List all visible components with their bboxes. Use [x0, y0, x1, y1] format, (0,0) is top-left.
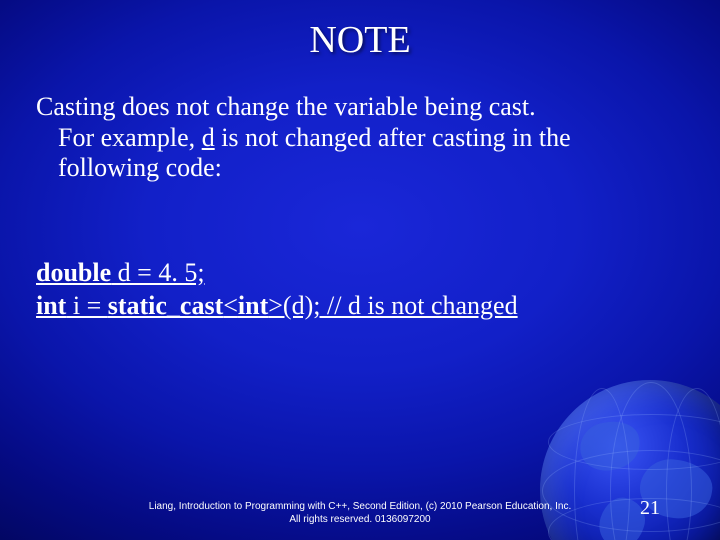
code-l2-a: i =	[66, 291, 107, 320]
slide-title: NOTE	[0, 18, 720, 62]
code-line-2: int i = static_cast<int>(d); // d is not…	[36, 291, 518, 320]
code-l2-b: static_cast	[108, 291, 224, 320]
page-number: 21	[640, 497, 660, 520]
code-kw-int: int	[36, 291, 66, 320]
code-l2-d: int	[238, 291, 268, 320]
body-line-2a: For example,	[58, 123, 202, 152]
code-block: double d = 4. 5; int i = static_cast<int…	[36, 256, 684, 323]
slide: NOTE Casting does not change the variabl…	[0, 0, 720, 540]
code-l2-e: >(d); // d is not changed	[268, 291, 517, 320]
body-paragraph: Casting does not change the variable bei…	[36, 92, 684, 184]
code-line-1: double d = 4. 5;	[36, 258, 205, 287]
body-line-2b: is not changed after casting in the	[215, 123, 571, 152]
body-line-1: Casting does not change the variable bei…	[36, 92, 536, 121]
footer: Liang, Introduction to Programming with …	[0, 501, 720, 526]
code-kw-double: double	[36, 258, 111, 287]
body-line-2-3: For example, d is not changed after cast…	[36, 123, 684, 184]
footer-line-2: All rights reserved. 0136097200	[289, 514, 430, 525]
code-decl-rest: d = 4. 5;	[111, 258, 204, 287]
body-line-3: following code:	[58, 153, 222, 182]
code-l2-c: <	[223, 291, 238, 320]
footer-line-1: Liang, Introduction to Programming with …	[149, 501, 571, 512]
body-var-d: d	[202, 123, 215, 152]
